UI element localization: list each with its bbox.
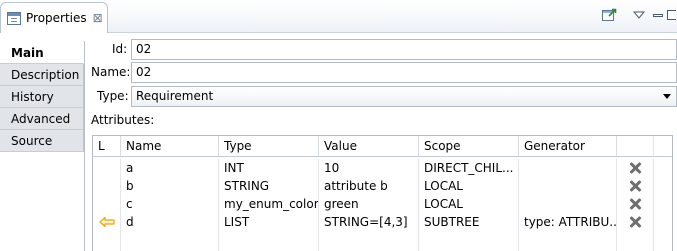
cell-name: c [121, 195, 219, 213]
table-row[interactable]: a INT 10 DIRECT_CHIL... [93, 159, 672, 177]
maximize-icon[interactable] [665, 6, 677, 24]
property-section-tabs: Main Description History Advanced Source [0, 42, 84, 152]
cell-name: d [121, 213, 219, 231]
type-label: Type: [97, 89, 129, 103]
empty-cell [93, 231, 121, 251]
table-row[interactable]: c my_enum_color green LOCAL [93, 195, 672, 213]
empty-cell [121, 231, 219, 251]
cell-type: INT [219, 159, 319, 177]
delete-icon[interactable] [628, 197, 642, 211]
link-cell [93, 195, 121, 213]
empty-cell [519, 231, 617, 251]
tab-source[interactable]: Source [0, 130, 84, 152]
filler-cell [654, 177, 672, 195]
cell-generator [519, 159, 617, 177]
column-header-generator[interactable]: Generator [519, 136, 617, 156]
cell-value: green [319, 195, 419, 213]
cell-generator [519, 195, 617, 213]
tab-advanced[interactable]: Advanced [0, 108, 84, 130]
delete-cell [617, 213, 654, 231]
view-menu-icon[interactable] [630, 6, 648, 24]
link-arrow-icon[interactable] [98, 216, 115, 228]
delete-icon[interactable] [628, 179, 642, 193]
link-cell [93, 213, 121, 231]
column-header-filler [654, 136, 672, 156]
type-dropdown-value: Requirement [136, 89, 214, 103]
pin-icon[interactable] [600, 6, 618, 24]
properties-tab-label: Properties [26, 11, 87, 25]
empty-table-row [93, 231, 672, 251]
table-header: L Name Type Value Scope Generator [93, 136, 672, 157]
name-field[interactable]: 02 [131, 62, 677, 83]
properties-view-icon [7, 11, 21, 25]
section-divider [84, 41, 85, 251]
column-header-name[interactable]: Name [121, 136, 219, 156]
cell-name: a [121, 159, 219, 177]
column-header-scope[interactable]: Scope [419, 136, 519, 156]
delete-cell [617, 159, 654, 177]
view-tab-bar: Properties ⊠ [0, 0, 677, 33]
delete-icon[interactable] [628, 215, 642, 229]
tab-history[interactable]: History [0, 86, 84, 108]
cell-generator [519, 177, 617, 195]
column-header-type[interactable]: Type [219, 136, 319, 156]
delete-cell [617, 195, 654, 213]
chevron-down-icon[interactable] [663, 94, 671, 99]
empty-cell [654, 231, 672, 251]
tab-description[interactable]: Description [0, 64, 84, 86]
cell-type: LIST [219, 213, 319, 231]
cell-value: STRING=[4,3] [319, 213, 419, 231]
table-row[interactable]: d LIST STRING=[4,3] SUBTREE type: ATTRIB… [93, 213, 672, 231]
empty-cell [319, 231, 419, 251]
cell-scope: SUBTREE [419, 213, 519, 231]
cell-value: attribute b [319, 177, 419, 195]
column-header-delete [617, 136, 654, 156]
cell-generator: type: ATTRIBU... [519, 213, 617, 231]
cell-type: STRING [219, 177, 319, 195]
cell-value: 10 [319, 159, 419, 177]
empty-cell [617, 231, 654, 251]
cell-type: my_enum_color [219, 195, 319, 213]
close-tab-icon[interactable]: ⊠ [93, 11, 103, 25]
filler-cell [654, 159, 672, 177]
cell-scope: LOCAL [419, 177, 519, 195]
delete-icon[interactable] [628, 161, 642, 175]
table-row[interactable]: b STRING attribute b LOCAL [93, 177, 672, 195]
filler-cell [654, 213, 672, 231]
cell-name: b [121, 177, 219, 195]
link-cell [93, 159, 121, 177]
tab-main[interactable]: Main [0, 42, 84, 64]
empty-cell [419, 231, 519, 251]
attributes-table: L Name Type Value Scope Generator a INT … [92, 135, 673, 251]
cell-scope: DIRECT_CHIL... [419, 159, 519, 177]
delete-cell [617, 177, 654, 195]
filler-cell [654, 195, 672, 213]
column-header-value[interactable]: Value [319, 136, 419, 156]
link-cell [93, 177, 121, 195]
cell-scope: LOCAL [419, 195, 519, 213]
type-dropdown[interactable]: Requirement [131, 86, 677, 107]
column-header-l[interactable]: L [93, 136, 121, 156]
id-field[interactable]: 02 [131, 39, 677, 60]
attributes-label: Attributes: [91, 113, 155, 127]
empty-cell [219, 231, 319, 251]
name-label: Name: [91, 65, 131, 79]
properties-tab[interactable]: Properties ⊠ [0, 2, 108, 33]
id-label: Id: [112, 42, 128, 56]
